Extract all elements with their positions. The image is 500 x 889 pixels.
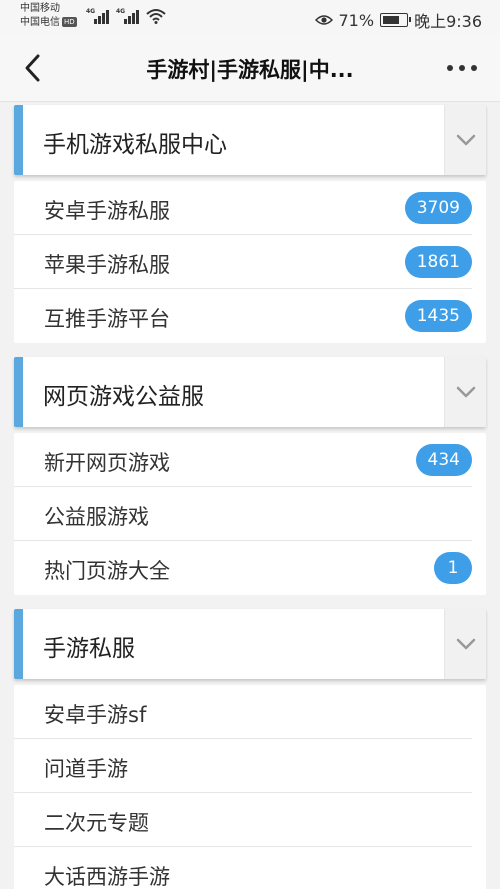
more-button[interactable] [444,54,480,82]
carrier-1: 中国移动 [20,3,60,14]
chevron-down-icon [456,386,476,398]
chevron-down-icon [456,134,476,146]
page-title: 手游村|手游私服|中... [146,58,354,82]
wifi-icon [146,9,166,24]
status-time: 晚上9:36 [414,12,482,31]
eye-icon [314,15,333,25]
status-bar: 中国移动 中国电信 HD 4G 4G 71% 晚上9:36 [0,0,500,34]
section-list: 安卓手游私服 3709 苹果手游私服 1861 互推手游平台 1435 [14,181,486,343]
status-right: 71% 晚上9:36 [314,8,482,32]
list-item-label: 苹果手游私服 [44,253,170,277]
list-item[interactable]: 苹果手游私服 1861 [14,235,472,289]
signal-icon: 4G [116,8,140,24]
list-item[interactable]: 安卓手游私服 3709 [14,181,472,235]
section-header[interactable]: 网页游戏公益服 [14,357,486,427]
section-title: 网页游戏公益服 [43,384,204,410]
count-badge: 1861 [404,246,472,278]
count-badge: 3709 [404,192,472,224]
back-button[interactable] [18,52,50,84]
section-title: 手游私服 [43,636,135,662]
list-item[interactable]: 互推手游平台 1435 [14,289,472,343]
list-item-label: 大话西游手游 [44,865,170,889]
section-mobile-private-servers: 手机游戏私服中心 安卓手游私服 3709 苹果手游私服 1861 互推手游平台 … [14,105,486,343]
list-item[interactable]: 热门页游大全 1 [14,541,472,595]
chevron-down-icon [456,638,476,650]
hd-badge: HD [62,17,77,27]
count-badge: 434 [415,444,472,476]
count-badge: 1435 [404,300,472,332]
section-header[interactable]: 手机游戏私服中心 [14,105,486,175]
list-item-label: 二次元专题 [44,811,149,835]
list-item-label: 互推手游平台 [44,307,170,331]
list-item-label: 问道手游 [44,757,128,781]
list-item-label: 安卓手游sf [44,703,147,727]
list-item[interactable]: 公益服游戏 [14,487,472,541]
list-item[interactable]: 大话西游手游 [14,847,472,889]
more-dots-icon [447,65,453,71]
list-item-label: 新开网页游戏 [44,451,170,475]
chevron-left-icon [25,54,40,82]
list-item[interactable]: 安卓手游sf [14,685,472,739]
section-web-game-servers: 网页游戏公益服 新开网页游戏 434 公益服游戏 热门页游大全 1 [14,357,486,595]
section-header[interactable]: 手游私服 [14,609,486,679]
section-toggle[interactable] [444,609,486,679]
list-item-label: 公益服游戏 [44,505,149,529]
count-badge: 1 [434,552,472,584]
list-item[interactable]: 二次元专题 [14,793,472,847]
section-list: 安卓手游sf 问道手游 二次元专题 大话西游手游 [14,685,486,889]
section-toggle[interactable] [444,357,486,427]
carrier-info: 中国移动 中国电信 HD [20,2,77,30]
signal-icon: 4G [86,8,110,24]
list-item[interactable]: 问道手游 [14,739,472,793]
section-toggle[interactable] [444,105,486,175]
app-header: 手游村|手游私服|中... [0,34,500,102]
section-title: 手机游戏私服中心 [43,132,227,158]
carrier-2: 中国电信 [20,17,60,28]
battery-icon [380,13,412,27]
network-type-2: 4G [116,8,126,15]
list-item-label: 安卓手游私服 [44,199,170,223]
list-item[interactable]: 新开网页游戏 434 [14,433,472,487]
section-mobile-sf: 手游私服 安卓手游sf 问道手游 二次元专题 大话西游手游 [14,609,486,889]
section-list: 新开网页游戏 434 公益服游戏 热门页游大全 1 [14,433,486,595]
network-type-1: 4G [86,8,96,15]
list-item-label: 热门页游大全 [44,559,170,583]
battery-percent: 71% [338,10,375,30]
